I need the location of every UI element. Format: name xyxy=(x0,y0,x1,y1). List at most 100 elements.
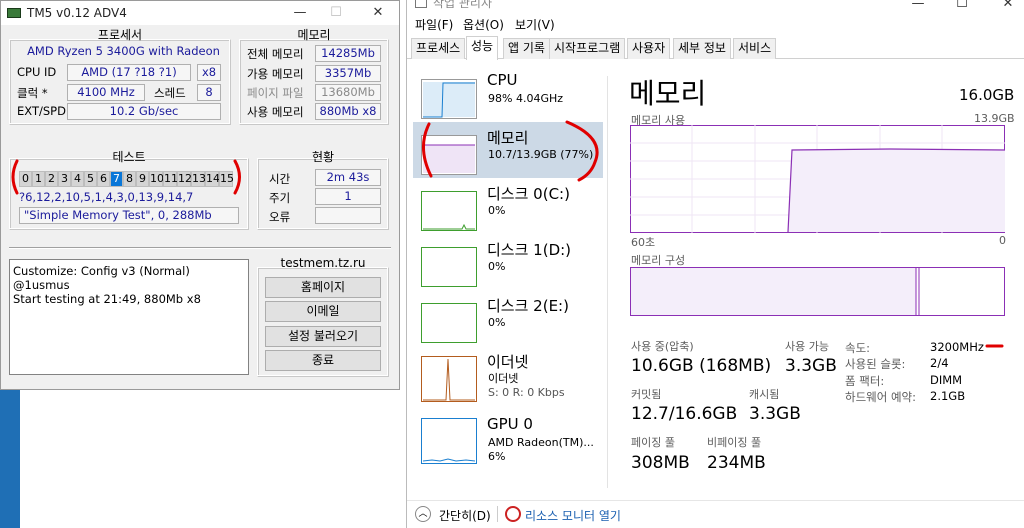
total-memory-field: 14285Mb xyxy=(315,45,381,62)
log-box[interactable]: Customize: Config v3 (Normal) @1usmus St… xyxy=(9,259,249,375)
desktop: TM5 v0.12 ADV4 — ☐ ✕ 프로세서 AMD Ryzen 5 34… xyxy=(0,0,1024,528)
ethernet-rate: S: 0 R: 0 Kbps xyxy=(488,386,565,399)
page-file-label: 페이지 파일 xyxy=(247,86,304,100)
close-button[interactable]: ✕ xyxy=(993,0,1023,14)
threads-label: 스레드 xyxy=(154,86,186,100)
tab-users[interactable]: 사용자 xyxy=(627,38,671,59)
gpu-usage: 6% xyxy=(488,450,506,463)
tm5-window: TM5 v0.12 ADV4 — ☐ ✕ 프로세서 AMD Ryzen 5 34… xyxy=(0,0,400,390)
used-memory-label: 사용 메모리 xyxy=(247,105,304,119)
processor-header: 프로세서 xyxy=(97,28,143,42)
in-use-label: 사용 중(압축) xyxy=(631,340,694,353)
menu-view[interactable]: 보기(V) xyxy=(515,16,555,33)
available-memory-field: 3357Mb xyxy=(315,65,381,82)
cpu-thumbnail xyxy=(421,79,477,119)
available-memory-label: 가용 메모리 xyxy=(247,67,304,81)
cycle-label: 주기 xyxy=(269,191,291,205)
tab-performance[interactable]: 성능 xyxy=(466,36,499,60)
sidebar-item-ethernet[interactable]: 이더넷 이더넷 S: 0 R: 0 Kbps xyxy=(413,346,603,406)
exit-button[interactable]: 종료 xyxy=(265,350,381,371)
cpu-name: AMD Ryzen 5 3400G with Radeon xyxy=(27,44,220,57)
available-label: 사용 가능 xyxy=(785,340,829,353)
slots-value: 2/4 xyxy=(930,356,949,370)
tab-details[interactable]: 세부 정보 xyxy=(673,38,731,59)
cpu-id-extra-field: x8 xyxy=(197,64,221,81)
log-line: Start testing at 21:49, 880Mb x8 xyxy=(13,292,201,306)
minimize-button[interactable]: — xyxy=(903,0,933,14)
task-manager-title: 작업 관리자 xyxy=(433,0,493,10)
email-button[interactable]: 이메일 xyxy=(265,301,381,322)
splitter[interactable] xyxy=(607,76,608,488)
red-annotation-brackets xyxy=(11,159,241,195)
sidebar-sub: 98% 4.04GHz xyxy=(488,92,564,105)
ethernet-adapter: 이더넷 xyxy=(488,372,519,385)
load-settings-button[interactable]: 설정 불러오기 xyxy=(265,326,381,347)
speed-label: 속도: xyxy=(845,341,871,355)
ext-spd-label: EXT/SPD xyxy=(17,104,66,118)
threads-field: 8 xyxy=(197,84,221,101)
close-button[interactable]: ✕ xyxy=(363,3,393,23)
menu-options[interactable]: 옵션(O) xyxy=(463,16,504,33)
available-value: 3.3GB xyxy=(785,356,837,376)
divider xyxy=(9,247,391,249)
collapse-link[interactable]: 간단히(D) xyxy=(439,507,491,524)
usage-max: 13.9GB xyxy=(974,112,1015,125)
tab-startup[interactable]: 시작프로그램 xyxy=(549,38,626,59)
maximize-button[interactable]: ☐ xyxy=(321,3,351,23)
sidebar-item-disk-1[interactable]: 디스크 1(D:) 0% xyxy=(413,234,603,290)
status-header: 현황 xyxy=(311,150,335,164)
hardware-reserved-label: 하드웨어 예약: xyxy=(845,390,917,404)
sidebar-name: 디스크 0(C:) xyxy=(487,185,570,203)
sidebar-sub: 0% xyxy=(488,204,506,217)
sidebar-item-gpu[interactable]: GPU 0 AMD Radeon(TM)... 6% xyxy=(413,410,603,468)
speed-value: 3200MHz xyxy=(930,340,984,354)
tab-bar: 프로세스 성능 앱 기록 시작프로그램 사용자 세부 정보 서비스 xyxy=(407,36,1024,60)
total-memory-label: 전체 메모리 xyxy=(247,47,304,61)
menu-file[interactable]: 파일(F) xyxy=(415,16,453,33)
cpu-thumbnail-graph xyxy=(423,82,475,118)
error-field xyxy=(315,207,381,224)
sidebar-sub: 0% xyxy=(488,260,506,273)
resource-monitor-icon[interactable] xyxy=(505,506,521,522)
time-field: 2m 43s xyxy=(315,169,381,186)
sidebar-sub: AMD Radeon(TM)... 6% xyxy=(488,436,594,464)
clock-label: 클럭 * xyxy=(17,86,48,100)
sidebar-name: 이더넷 xyxy=(487,353,529,371)
form-factor-value: DIMM xyxy=(930,373,963,387)
tab-app-history[interactable]: 앱 기록 xyxy=(503,38,550,59)
panel-total: 16.0GB xyxy=(959,86,1015,104)
tm5-titlebar[interactable]: TM5 v0.12 ADV4 — ☐ ✕ xyxy=(1,1,399,25)
sidebar-sub: 이더넷 S: 0 R: 0 Kbps xyxy=(488,372,565,400)
sidebar-item-cpu[interactable]: CPU 98% 4.04GHz xyxy=(413,66,603,122)
minimize-button[interactable]: — xyxy=(285,3,315,23)
cpu-id-field: AMD (17 ?18 ?1) xyxy=(67,64,191,81)
page-file-field: 13680Mb xyxy=(315,84,381,101)
chevron-up-icon[interactable]: ︿ xyxy=(415,506,431,522)
homepage-button[interactable]: 홈페이지 xyxy=(265,277,381,298)
gpu-thumbnail-graph xyxy=(422,458,476,462)
sidebar-item-disk-2[interactable]: 디스크 2(E:) 0% xyxy=(413,290,603,346)
ethernet-thumbnail xyxy=(421,356,477,402)
sidebar-item-disk-0[interactable]: 디스크 0(C:) 0% xyxy=(413,178,603,234)
cpu-id-label: CPU ID xyxy=(17,65,57,79)
memory-usage-graph xyxy=(630,125,1005,233)
maximize-button[interactable]: ☐ xyxy=(947,0,977,14)
sidebar-name: 디스크 2(E:) xyxy=(487,297,569,315)
time-axis-left: 60초 xyxy=(631,236,656,249)
ethernet-thumbnail-graph xyxy=(423,358,475,401)
tab-services[interactable]: 서비스 xyxy=(733,38,777,59)
memory-composition-bar xyxy=(630,267,1005,316)
tab-processes[interactable]: 프로세스 xyxy=(411,38,466,59)
hardware-reserved-value: 2.1GB xyxy=(930,389,966,403)
taskmanager-icon xyxy=(415,0,427,8)
resource-monitor-link[interactable]: 리소스 모니터 열기 xyxy=(525,507,621,524)
slots-label: 사용된 슬롯: xyxy=(845,357,906,371)
committed-value: 12.7/16.6GB xyxy=(631,404,738,424)
memory-chip-icon xyxy=(7,8,21,18)
test-config-field: "Simple Memory Test", 0, 288Mb xyxy=(19,207,239,224)
menu-bar: 파일(F) 옵션(O) 보기(V) xyxy=(407,13,1024,35)
sidebar-name: CPU xyxy=(487,71,518,89)
tm5-title: TM5 v0.12 ADV4 xyxy=(27,6,127,20)
disk-thumbnail-graph xyxy=(423,223,475,230)
committed-label: 커밋됨 xyxy=(631,388,662,401)
